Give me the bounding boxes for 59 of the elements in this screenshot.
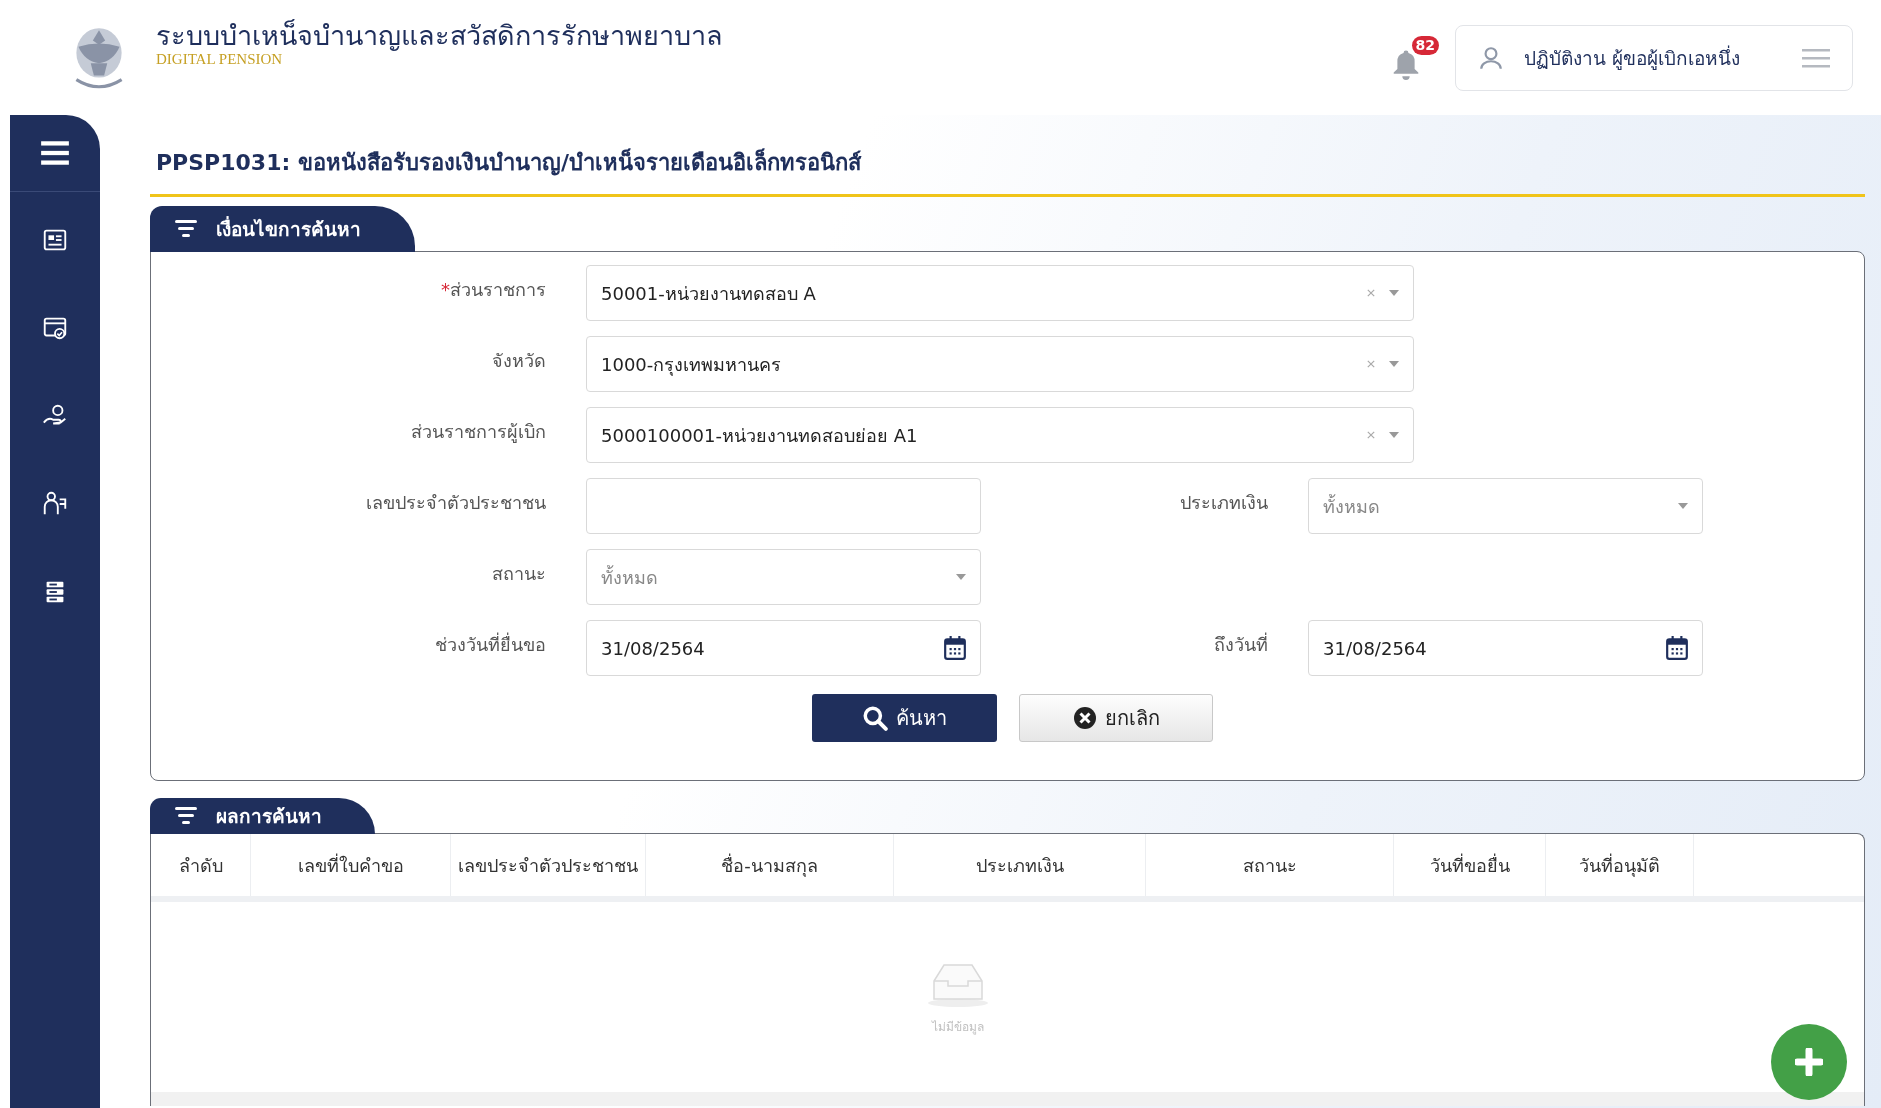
field-placeholder: ทั้งหมด (601, 564, 659, 590)
clear-icon[interactable] (1367, 289, 1375, 297)
user-name: ปฏิบัติงาน ผู้ขอผู้เบิกเอหนึ่ง (1524, 44, 1742, 72)
column-header: วันที่อนุมัติ (1546, 834, 1694, 896)
column-header: เลขที่ใบคำขอ (251, 834, 451, 896)
field-label-text: ช่วงวันที่ยื่นขอ (435, 634, 546, 655)
field-label-text: สถานะ (492, 563, 546, 584)
page-title: PPSP1031: ขอหนังสือรับรองเงินบำนาญ/บำเหน็จรายเดือนอิเล็กทรอนิกส์ (150, 145, 1865, 197)
select-field[interactable]: 50001-หน่วยงานทดสอบ A (586, 265, 1414, 321)
user-menu[interactable]: ปฏิบัติงาน ผู้ขอผู้เบิกเอหนึ่ง (1455, 24, 1853, 91)
field-label-text: จังหวัด (492, 350, 546, 371)
column-header: ประเภทเงิน (894, 834, 1146, 896)
date-field[interactable]: 31/08/2564 (586, 620, 981, 676)
horizontal-scrollbar[interactable] (151, 1092, 1864, 1106)
app-title: ระบบบำเหน็จบำนาญและสวัสดิการรักษาพยาบาล (156, 19, 723, 53)
required-mark: * (441, 279, 450, 300)
select-field[interactable]: 5000100001-หน่วยงานทดสอบย่อย A1 (586, 407, 1414, 463)
column-header: ลำดับ (151, 834, 251, 896)
column-header: สถานะ (1146, 834, 1394, 896)
text-input-field[interactable] (586, 478, 981, 534)
clear-icon[interactable] (1367, 360, 1375, 368)
field-value: 5000100001-หน่วยงานทดสอบย่อย A1 (601, 423, 919, 448)
section-title: ผลการค้นหา (216, 804, 322, 829)
app-subtitle: DIGITAL PENSION (156, 52, 284, 68)
field-label-text: ส่วนราชการผู้เบิก (411, 421, 546, 442)
dropdown-caret-icon[interactable] (1389, 290, 1399, 296)
section-title: เงื่อนไขการค้นหา (216, 215, 361, 242)
column-header: ชื่อ-นามสกุล (646, 834, 894, 896)
search-icon (862, 705, 888, 731)
user-icon (1478, 44, 1504, 71)
field-label-text: เลขประจำตัวประชาชน (366, 492, 546, 513)
field-label-text: ประเภทเงิน (1180, 492, 1268, 513)
field-value: 50001-หน่วยงานทดสอบ A (601, 281, 817, 306)
field-label-text: ถึงวันที่ (1214, 634, 1268, 655)
dropdown-caret-icon[interactable] (1389, 361, 1399, 367)
dropdown-caret-icon[interactable] (1678, 503, 1688, 509)
field-value: 1000-กรุงเทพมหานคร (601, 352, 783, 378)
field-label-text: ส่วนราชการ (450, 279, 546, 300)
plus-icon (1795, 1048, 1823, 1076)
notification-badge: 82 (1411, 35, 1439, 55)
select-field[interactable]: 1000-กรุงเทพมหานคร (586, 336, 1414, 392)
close-icon (1072, 706, 1097, 730)
calendar-icon[interactable] (944, 636, 966, 660)
calendar-icon[interactable] (1666, 636, 1688, 660)
cancel-button[interactable]: ยกเลิก (1019, 694, 1213, 742)
select-field[interactable]: ทั้งหมด (1308, 478, 1703, 534)
clear-icon[interactable] (1367, 431, 1375, 439)
field-value: 31/08/2564 (601, 637, 706, 659)
empty-text: ไม่มีข้อมูล (931, 1018, 984, 1036)
search-button[interactable]: ค้นหา (812, 694, 997, 742)
select-field[interactable]: ทั้งหมด (586, 549, 981, 605)
column-header: วันที่ขอยื่น (1394, 834, 1546, 896)
field-value: 31/08/2564 (1323, 637, 1428, 659)
dropdown-caret-icon[interactable] (1389, 432, 1399, 438)
dropdown-caret-icon[interactable] (956, 574, 966, 580)
notification-bell[interactable]: 82 (1391, 35, 1439, 80)
date-field[interactable]: 31/08/2564 (1308, 620, 1703, 676)
field-placeholder: ทั้งหมด (1323, 493, 1381, 519)
column-header: เลขประจำตัวประชาชน (451, 834, 646, 896)
